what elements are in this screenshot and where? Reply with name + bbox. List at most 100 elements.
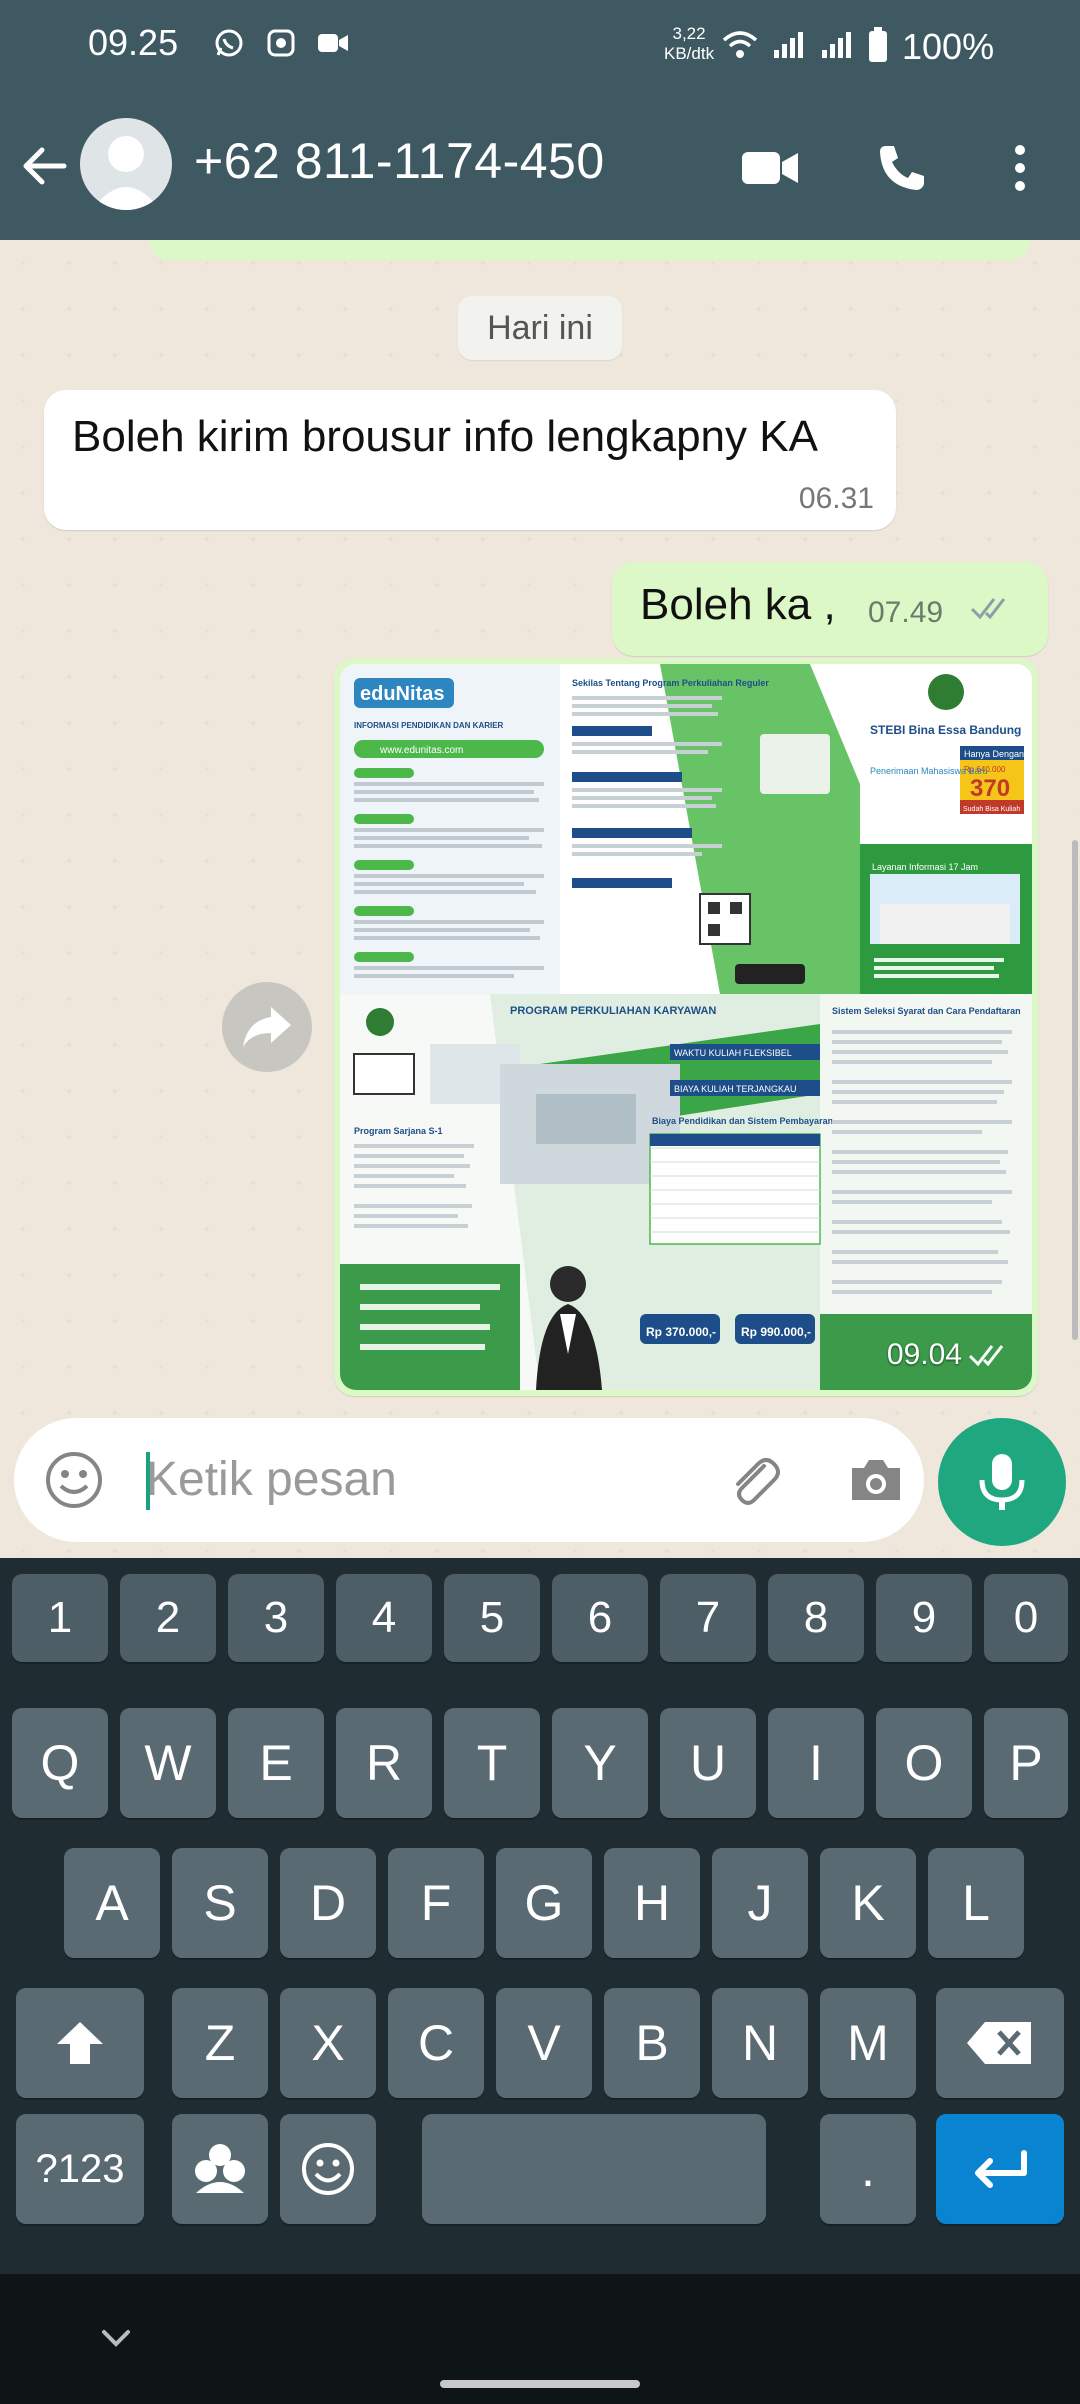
backspace-key[interactable] xyxy=(936,1988,1064,2098)
brochure-sarjana: Program Sarjana S-1 xyxy=(354,1126,443,1136)
forward-button[interactable] xyxy=(222,982,312,1072)
brochure-waktu: WAKTU KULIAH FLEKSIBEL xyxy=(674,1048,792,1058)
outgoing-message[interactable]: Boleh ka , 07.49 xyxy=(612,562,1048,656)
brochure-left-title: INFORMASI PENDIDIKAN DAN KARIER xyxy=(354,721,504,730)
key-z[interactable]: Z xyxy=(172,1988,268,2098)
brochure-price2: Rp 990.000,- xyxy=(741,1325,811,1339)
message-time: 07.49 xyxy=(868,596,944,629)
key-1[interactable]: 1 xyxy=(12,1574,108,1662)
status-bar: 09.25 3,22 KB/dtk 100% xyxy=(0,0,1080,90)
shift-icon xyxy=(57,2022,103,2064)
brochure-price-label: Hanya Dengan xyxy=(964,749,1024,759)
signal-icon-2 xyxy=(820,30,854,65)
top-bar: 09.25 3,22 KB/dtk 100% +62 811-1174-450 xyxy=(0,0,1080,240)
home-gesture-bar[interactable] xyxy=(440,2380,640,2388)
message-text: Boleh kirim brousur info lengkapny KA xyxy=(72,412,818,461)
key-0[interactable]: 0 xyxy=(984,1574,1068,1662)
camera-app-icon xyxy=(264,26,298,60)
chat-app-bar: +62 811-1174-450 xyxy=(0,100,1080,240)
key-s[interactable]: S xyxy=(172,1848,268,1958)
network-speed: 3,22 KB/dtk xyxy=(664,24,714,64)
emoji-smile-icon xyxy=(302,2143,354,2195)
network-speed-value: 3,22 xyxy=(672,24,706,43)
key-7[interactable]: 7 xyxy=(660,1574,756,1662)
key-2[interactable]: 2 xyxy=(120,1574,216,1662)
app-launcher-icon xyxy=(195,2144,245,2193)
period-key[interactable]: . xyxy=(820,2114,916,2224)
voice-record-button[interactable] xyxy=(938,1418,1066,1546)
brochure-website: www.edunitas.com xyxy=(379,745,463,756)
key-3[interactable]: 3 xyxy=(228,1574,324,1662)
previous-message xyxy=(150,240,1030,260)
key-k[interactable]: K xyxy=(820,1848,916,1958)
back-arrow-icon[interactable] xyxy=(16,138,72,194)
app-launcher-key[interactable] xyxy=(172,2114,268,2224)
key-6[interactable]: 6 xyxy=(552,1574,648,1662)
notification-icons xyxy=(212,26,350,60)
key-5[interactable]: 5 xyxy=(444,1574,540,1662)
key-8[interactable]: 8 xyxy=(768,1574,864,1662)
key-o[interactable]: O xyxy=(876,1708,972,1818)
key-v[interactable]: V xyxy=(496,1988,592,2098)
message-time: 06.31 xyxy=(798,482,874,515)
keyboard-hide-icon[interactable] xyxy=(96,2318,136,2358)
forward-icon xyxy=(243,1007,291,1047)
image-message[interactable]: eduNitas INFORMASI PENDIDIKAN DAN KARIER… xyxy=(334,658,1038,1396)
whatsapp-icon xyxy=(212,26,246,60)
key-f[interactable]: F xyxy=(388,1848,484,1958)
key-g[interactable]: G xyxy=(496,1848,592,1958)
symbols-key[interactable]: ?123 xyxy=(16,2114,144,2224)
brochure-center-title: Sekilas Tentang Program Perkuliahan Regu… xyxy=(572,678,769,688)
key-t[interactable]: T xyxy=(444,1708,540,1818)
key-d[interactable]: D xyxy=(280,1848,376,1958)
enter-icon xyxy=(975,2150,1027,2188)
key-p[interactable]: P xyxy=(984,1708,1068,1818)
key-h[interactable]: H xyxy=(604,1848,700,1958)
key-l[interactable]: L xyxy=(928,1848,1024,1958)
contact-name[interactable]: +62 811-1174-450 xyxy=(194,132,605,190)
chat-scrollbar[interactable] xyxy=(1072,840,1078,1340)
key-c[interactable]: C xyxy=(388,1988,484,2098)
message-input[interactable]: Ketik pesan xyxy=(146,1452,397,1507)
message-input-box[interactable]: Ketik pesan xyxy=(14,1418,924,1542)
key-r[interactable]: R xyxy=(336,1708,432,1818)
read-ticks-icon xyxy=(970,594,1014,627)
date-separator: Hari ini xyxy=(458,296,622,360)
enter-key[interactable] xyxy=(936,2114,1064,2224)
message-composer: Ketik pesan xyxy=(0,1418,1080,1558)
key-e[interactable]: E xyxy=(228,1708,324,1818)
key-j[interactable]: J xyxy=(712,1848,808,1958)
camera-icon[interactable] xyxy=(844,1448,908,1512)
shift-key[interactable] xyxy=(16,1988,144,2098)
system-nav-bar xyxy=(0,2274,1080,2404)
brochure-seleksi: Sistem Seleksi Syarat dan Cara Pendaftar… xyxy=(832,1006,1021,1016)
chat-area[interactable]: Hari ini Boleh kirim brousur info lengka… xyxy=(0,240,1080,1556)
key-y[interactable]: Y xyxy=(552,1708,648,1818)
attach-icon[interactable] xyxy=(720,1448,784,1512)
key-a[interactable]: A xyxy=(64,1848,160,1958)
emoji-key[interactable] xyxy=(280,2114,376,2224)
key-u[interactable]: U xyxy=(660,1708,756,1818)
key-b[interactable]: B xyxy=(604,1988,700,2098)
backspace-icon xyxy=(967,2022,1031,2064)
emoji-icon[interactable] xyxy=(42,1448,106,1512)
incoming-message[interactable]: Boleh kirim brousur info lengkapny KA 06… xyxy=(44,390,896,530)
key-9[interactable]: 9 xyxy=(876,1574,972,1662)
key-w[interactable]: W xyxy=(120,1708,216,1818)
brochure-image[interactable]: eduNitas INFORMASI PENDIDIKAN DAN KARIER… xyxy=(340,664,1032,1390)
key-m[interactable]: M xyxy=(820,1988,916,2098)
brochure-brand: eduNitas xyxy=(360,683,444,705)
video-call-icon[interactable] xyxy=(740,138,800,198)
key-i[interactable]: I xyxy=(768,1708,864,1818)
avatar[interactable] xyxy=(80,118,172,210)
key-4[interactable]: 4 xyxy=(336,1574,432,1662)
brochure-price1: Rp 370.000,- xyxy=(646,1325,716,1339)
more-options-icon[interactable] xyxy=(990,138,1050,198)
key-n[interactable]: N xyxy=(712,1988,808,2098)
key-q[interactable]: Q xyxy=(12,1708,108,1818)
brochure-school: STEBI Bina Essa Bandung xyxy=(870,723,1021,737)
spacebar[interactable] xyxy=(422,2114,766,2224)
key-x[interactable]: X xyxy=(280,1988,376,2098)
voice-call-icon[interactable] xyxy=(872,138,932,198)
read-ticks-icon xyxy=(968,1341,1012,1374)
